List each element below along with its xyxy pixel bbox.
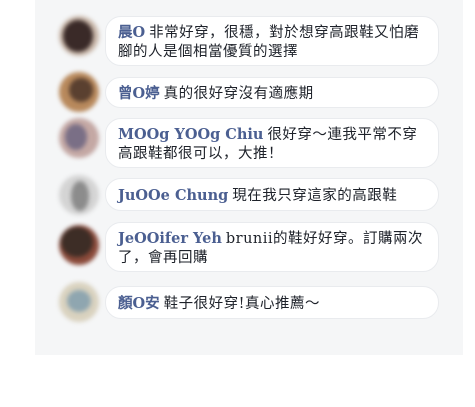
commenter-name[interactable]: 晨O (118, 24, 145, 41)
commenter-name[interactable]: MOOg YOOg Chiu (118, 126, 263, 143)
commenter-name[interactable]: JuOOe Chung (118, 187, 228, 204)
comment-text: 現在我只穿這家的高跟鞋 (232, 188, 398, 204)
comment-bubble: JeOOifer Yeh brunii的鞋好好穿。訂購兩次了，會再回購 (105, 222, 439, 272)
comment-bubble: JuOOe Chung 現在我只穿這家的高跟鞋 (105, 178, 439, 211)
comment-text: 非常好穿，很穩，對於想穿高跟鞋又怕磨腳的人是個相當優質的選擇 (118, 25, 420, 60)
commenter-name[interactable]: JeOOifer Yeh (118, 230, 222, 247)
avatar[interactable] (59, 175, 99, 215)
avatar[interactable] (59, 118, 99, 158)
comment-bubble: 晨O 非常好穿，很穩，對於想穿高跟鞋又怕磨腳的人是個相當優質的選擇 (105, 16, 439, 66)
avatar[interactable] (59, 225, 99, 265)
comment-text: 真的很好穿沒有適應期 (163, 86, 314, 102)
comment-bubble: 曾O婷 真的很好穿沒有適應期 (105, 77, 439, 108)
comment-bubble: 顏O安 鞋子很好穿!真心推薦～ (105, 286, 439, 319)
comment-text: 鞋子很好穿!真心推薦～ (163, 296, 320, 312)
avatar[interactable] (59, 16, 99, 56)
avatar[interactable] (59, 72, 99, 112)
comment-bubble: MOOg YOOg Chiu 很好穿～連我平常不穿高跟鞋都很可以，大推！ (105, 118, 439, 168)
comments-panel: 晨O 非常好穿，很穩，對於想穿高跟鞋又怕磨腳的人是個相當優質的選擇 曾O婷 真的很好… (35, 0, 463, 355)
commenter-name[interactable]: 顏O安 (118, 295, 160, 312)
commenter-name[interactable]: 曾O婷 (118, 85, 160, 102)
avatar[interactable] (59, 282, 99, 322)
